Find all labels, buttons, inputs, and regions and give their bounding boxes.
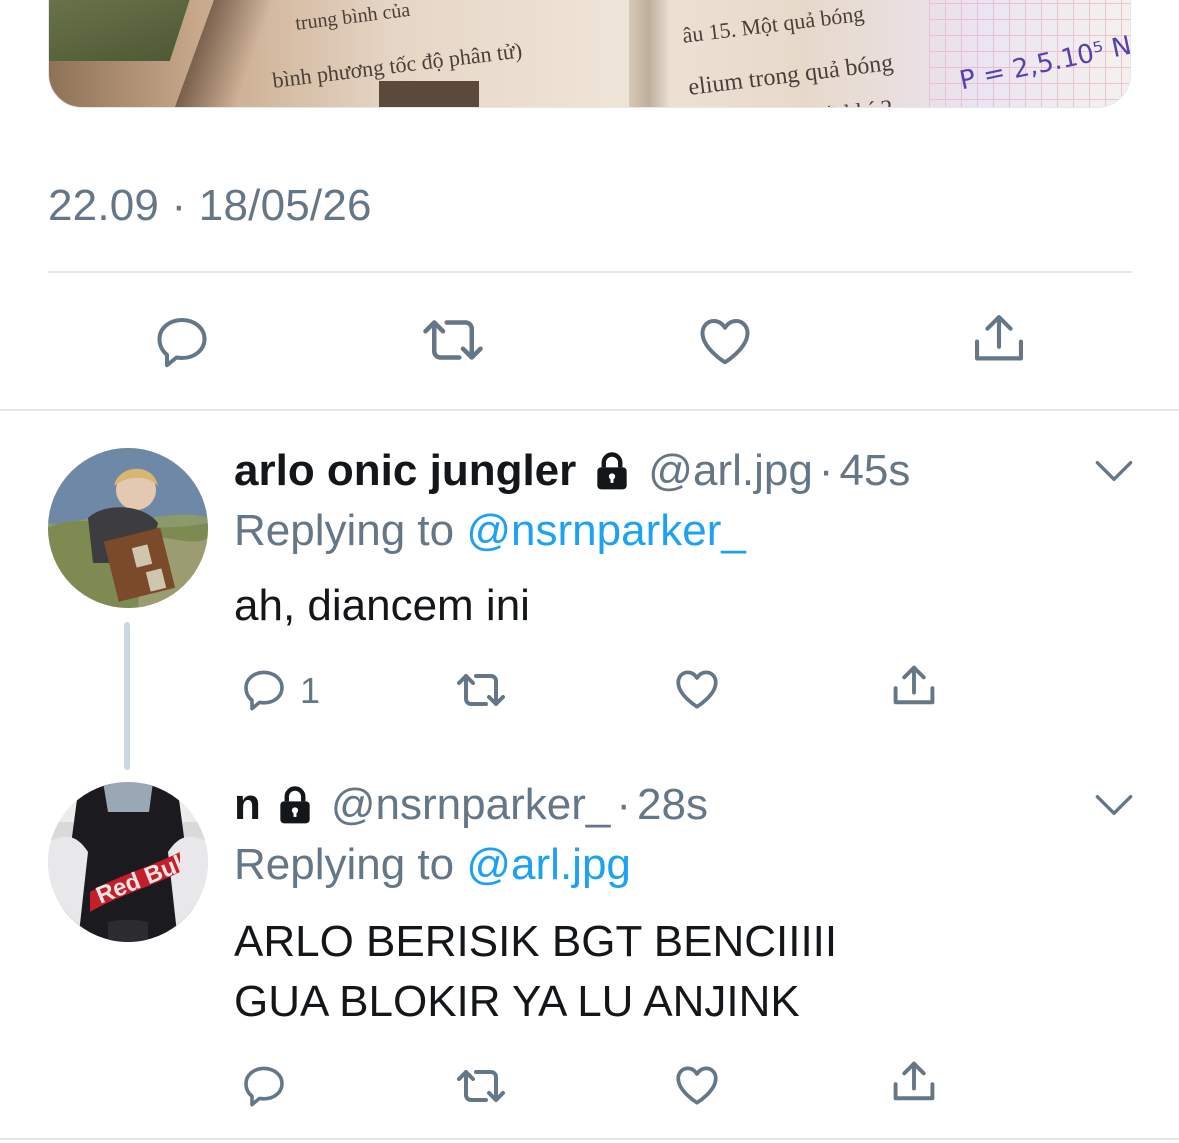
replying-prefix: Replying to bbox=[234, 506, 455, 555]
separator-dot: · bbox=[616, 780, 631, 829]
media-text: trung bình của bbox=[294, 0, 412, 35]
heart-icon[interactable] bbox=[672, 1060, 722, 1110]
separator-dot: · bbox=[818, 446, 834, 495]
share-icon[interactable] bbox=[888, 1056, 940, 1108]
tweet-media-image[interactable]: trung bình của bình phương tốc độ phân t… bbox=[48, 0, 1131, 108]
lock-icon bbox=[590, 449, 634, 493]
media-text: elium trong quả bóng bbox=[687, 49, 895, 101]
handle[interactable]: @nsrnparker_ bbox=[331, 780, 610, 830]
media-book-binding bbox=[629, 0, 669, 107]
mention-link[interactable]: @arl.jpg bbox=[466, 840, 631, 889]
reply-time: 28s bbox=[637, 780, 708, 829]
media-dark-patch bbox=[379, 81, 479, 107]
chevron-down-icon[interactable] bbox=[1094, 456, 1134, 486]
retweet-icon[interactable] bbox=[452, 1062, 510, 1110]
mention-link[interactable]: @nsrnparker_ bbox=[466, 506, 745, 555]
display-name[interactable]: n bbox=[234, 780, 261, 830]
reply-text-line: ah, diancem ini bbox=[234, 581, 530, 630]
reply-text-line: ARLO BERISIK BGT BENCIIIII bbox=[234, 917, 838, 966]
lock-icon bbox=[273, 783, 317, 827]
heart-icon[interactable] bbox=[695, 311, 755, 371]
avatar[interactable]: Red Bull bbox=[48, 782, 208, 942]
replying-to: Replying to @arl.jpg bbox=[234, 840, 631, 890]
reply-text: ARLO BERISIK BGT BENCIIIII GUA BLOKIR YA… bbox=[234, 912, 837, 1032]
reply-header: arlo onic jungler @arl.jpg · 45s bbox=[234, 446, 910, 496]
reply-text: ah, diancem ini bbox=[234, 576, 530, 636]
reply-text-line: GUA BLOKIR YA LU ANJINK bbox=[234, 977, 800, 1026]
divider bbox=[0, 409, 1179, 411]
media-shadow bbox=[173, 0, 285, 107]
reply-count: 1 bbox=[300, 670, 321, 711]
tweet-timestamp: 22.09 · 18/05/26 bbox=[48, 181, 372, 230]
retweet-icon[interactable] bbox=[418, 310, 488, 370]
reply-icon[interactable] bbox=[240, 666, 288, 714]
media-text: âu 15. Một quả bóng bbox=[681, 0, 866, 48]
handle[interactable]: @arl.jpg bbox=[648, 446, 813, 496]
replying-prefix: Replying to bbox=[234, 840, 455, 889]
share-icon[interactable] bbox=[888, 660, 940, 712]
chevron-down-icon[interactable] bbox=[1094, 790, 1134, 820]
divider bbox=[0, 1138, 1179, 1140]
media-board bbox=[49, 0, 199, 61]
replying-to: Replying to @nsrnparker_ bbox=[234, 506, 746, 556]
reply-icon[interactable] bbox=[152, 312, 212, 372]
avatar[interactable] bbox=[48, 448, 208, 608]
thread-connector bbox=[124, 622, 130, 770]
reply-header: n @nsrnparker_ · 28s bbox=[234, 780, 708, 830]
reply-icon[interactable] bbox=[240, 1062, 288, 1110]
heart-icon[interactable] bbox=[672, 664, 722, 714]
reply-time: 45s bbox=[839, 446, 911, 495]
retweet-icon[interactable] bbox=[452, 666, 510, 714]
divider bbox=[48, 271, 1132, 273]
media-text: Một khối khí 2 bbox=[749, 96, 895, 107]
share-icon[interactable] bbox=[968, 308, 1030, 370]
display-name[interactable]: arlo onic jungler bbox=[234, 446, 576, 496]
